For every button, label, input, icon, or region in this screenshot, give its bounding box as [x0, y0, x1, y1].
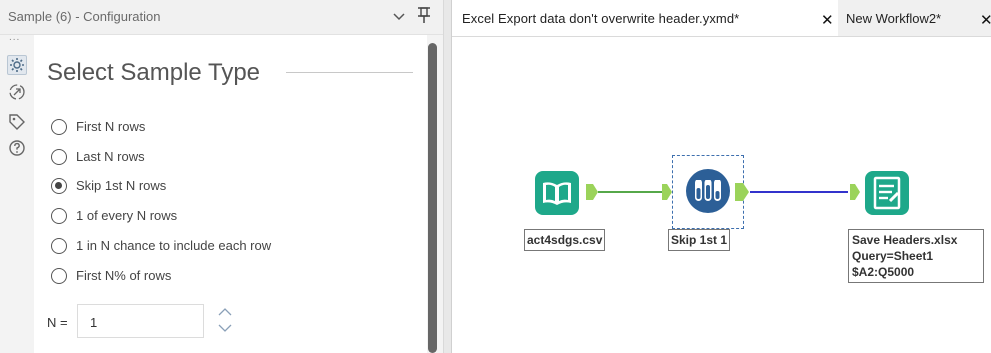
sample-tool-label[interactable]: Skip 1st 1 [668, 229, 731, 251]
input-tool-label[interactable]: act4sdgs.csv [524, 229, 606, 251]
option-label: First N% of rows [76, 268, 172, 283]
icon-rail: ... [0, 32, 34, 353]
book-icon [535, 171, 579, 215]
output-label-line: $A2:Q5000 [852, 265, 915, 279]
section-title: Select Sample Type [47, 59, 261, 86]
output-label-line: Query=Sheet1 [852, 249, 934, 263]
n-label: N = [47, 315, 68, 330]
radio-button[interactable] [51, 208, 67, 224]
panel-scrollbar[interactable] [428, 43, 437, 353]
configuration-panel: Sample (6) - Configuration ... Select Sa… [0, 0, 443, 353]
radio-button-selected[interactable] [51, 178, 67, 194]
connection-icon[interactable] [8, 83, 26, 101]
radio-button[interactable] [51, 238, 67, 254]
option-label: First N rows [76, 119, 146, 134]
chevron-down-icon[interactable] [214, 321, 236, 335]
help-icon[interactable] [8, 139, 26, 157]
radio-button[interactable] [51, 149, 67, 165]
option-label: Skip 1st N rows [76, 178, 167, 193]
panel-header: Sample (6) - Configuration [0, 0, 443, 35]
notebook-icon [865, 171, 909, 215]
pin-icon[interactable] [417, 6, 431, 24]
output-anchor[interactable] [586, 184, 598, 203]
option-label: 1 in N chance to include each row [76, 238, 272, 253]
output-tool-label[interactable]: Save Headers.xlsx Query=Sheet1 $A2:Q5000 [848, 229, 984, 283]
tag-icon[interactable] [8, 113, 26, 131]
n-input[interactable] [79, 306, 182, 338]
more-dots[interactable]: ... [9, 32, 20, 43]
config-content: Select Sample Type First N rows Last N r… [34, 35, 427, 353]
option-label: 1 of every N rows [76, 208, 178, 223]
chevron-up-icon[interactable] [214, 305, 236, 319]
output-data-tool[interactable] [864, 170, 910, 216]
radio-button[interactable] [51, 268, 67, 284]
workflow-canvas[interactable]: Excel Export data don't overwrite header… [452, 0, 991, 353]
panel-splitter[interactable] [443, 0, 452, 353]
sample-tool[interactable] [685, 168, 731, 214]
output-label-line: Save Headers.xlsx [852, 233, 958, 247]
test-tubes-icon [686, 169, 730, 213]
panel-title: Sample (6) - Configuration [8, 9, 161, 24]
chevron-down-icon[interactable] [392, 9, 406, 23]
n-numeric-field [77, 304, 232, 338]
gear-icon[interactable] [7, 55, 27, 75]
option-label: Last N rows [76, 149, 145, 164]
output-anchor[interactable] [735, 183, 749, 204]
radio-button[interactable] [51, 119, 67, 135]
input-anchor[interactable] [850, 184, 860, 203]
input-anchor[interactable] [662, 184, 672, 203]
section-divider [286, 72, 413, 73]
input-data-tool[interactable] [534, 170, 580, 216]
